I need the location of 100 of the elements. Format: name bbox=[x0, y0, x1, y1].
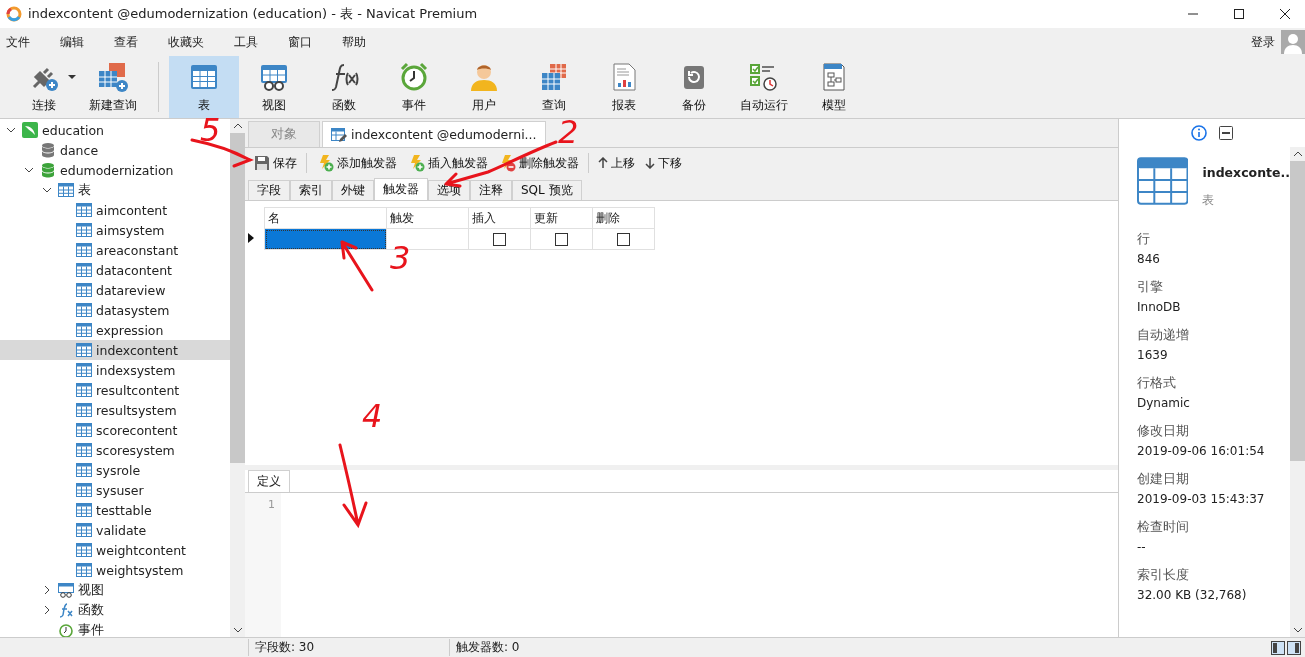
column-header[interactable]: 删除 bbox=[592, 207, 655, 229]
tree-item[interactable]: 视图 bbox=[0, 580, 108, 600]
table-icon bbox=[76, 502, 92, 518]
tree-item[interactable]: datareview bbox=[0, 280, 170, 300]
tree-item[interactable]: 表 bbox=[0, 180, 95, 200]
table-icon bbox=[76, 362, 92, 378]
layout-icon[interactable] bbox=[1271, 640, 1285, 655]
menu-item[interactable]: 工具 bbox=[228, 33, 270, 51]
tree-item[interactable]: resultcontent bbox=[0, 380, 184, 400]
toolbar-button[interactable]: 连接 bbox=[10, 56, 78, 118]
maximize-icon[interactable] bbox=[1233, 8, 1245, 20]
column-header[interactable]: 名 bbox=[264, 207, 387, 229]
toolbar-button[interactable]: 函数 bbox=[309, 56, 379, 118]
toolbar-action-button[interactable]: 添加触发器 bbox=[311, 152, 402, 174]
toolbar-action-button[interactable]: 插入触发器 bbox=[402, 152, 493, 174]
chevron-down-icon[interactable] bbox=[6, 127, 16, 133]
tree-item[interactable]: indexsystem bbox=[0, 360, 180, 380]
layout-icon[interactable] bbox=[1287, 640, 1301, 655]
tree-item[interactable]: sysrole bbox=[0, 460, 145, 480]
toolbar-button[interactable]: 模型 bbox=[799, 56, 869, 118]
alarm-clock-icon bbox=[398, 60, 430, 93]
tree-item[interactable]: sysuser bbox=[0, 480, 148, 500]
close-icon[interactable] bbox=[1279, 8, 1291, 20]
toolbar-action-button[interactable]: 下移 bbox=[640, 152, 687, 174]
scrollbar[interactable] bbox=[230, 119, 245, 637]
column-header[interactable]: 触发 bbox=[386, 207, 469, 229]
save-icon bbox=[254, 155, 270, 171]
toolbar-button[interactable]: 用户 bbox=[449, 56, 519, 118]
toolbar-button[interactable]: 自动运行 bbox=[729, 56, 799, 118]
checkbox[interactable] bbox=[493, 233, 506, 246]
tree-item[interactable]: validate bbox=[0, 520, 151, 540]
toolbar-button[interactable]: 备份 bbox=[659, 56, 729, 118]
menu-item[interactable]: 帮助 bbox=[336, 33, 378, 51]
tree-item[interactable]: 函数 bbox=[0, 600, 108, 620]
toolbar-button[interactable]: 查询 bbox=[519, 56, 589, 118]
tree-item[interactable]: education bbox=[0, 120, 109, 140]
tab[interactable]: 外键 bbox=[332, 180, 374, 200]
chevron-down-icon[interactable] bbox=[24, 167, 34, 173]
tree-item[interactable]: weightsystem bbox=[0, 560, 188, 580]
scrollbar[interactable] bbox=[1290, 147, 1305, 637]
table-icon bbox=[76, 242, 92, 258]
database-icon bbox=[40, 142, 56, 158]
tree-item[interactable]: datasystem bbox=[0, 300, 174, 320]
scroll-up-icon[interactable] bbox=[1292, 151, 1303, 157]
tab[interactable]: 触发器 bbox=[374, 178, 428, 200]
info-icon[interactable] bbox=[1191, 125, 1207, 141]
tree-item[interactable]: aimsystem bbox=[0, 220, 169, 240]
tree-item[interactable]: aimcontent bbox=[0, 200, 172, 220]
scroll-down-icon[interactable] bbox=[232, 627, 243, 633]
menu-item[interactable]: 编辑 bbox=[54, 33, 96, 51]
checkbox[interactable] bbox=[617, 233, 630, 246]
annotation-arrow bbox=[340, 240, 374, 292]
toolbar-button[interactable]: 视图 bbox=[239, 56, 309, 118]
row-pointer-icon bbox=[248, 233, 254, 243]
tab[interactable]: SQL 预览 bbox=[512, 180, 582, 200]
table-icon bbox=[76, 402, 92, 418]
column-header[interactable]: 插入 bbox=[468, 207, 531, 229]
toolbar-button[interactable]: 报表 bbox=[589, 56, 659, 118]
table-icon bbox=[76, 562, 92, 578]
column-header[interactable]: 更新 bbox=[530, 207, 593, 229]
toolbar-button[interactable]: 表 bbox=[169, 56, 239, 118]
object-type: 表 bbox=[1202, 192, 1216, 209]
table-edit-icon bbox=[331, 126, 347, 143]
app-logo-icon bbox=[6, 6, 22, 22]
tree-item[interactable]: resultsystem bbox=[0, 400, 181, 420]
property-label: 引擎 bbox=[1137, 279, 1164, 296]
tree-item[interactable]: scoresystem bbox=[0, 440, 179, 460]
scroll-up-icon[interactable] bbox=[232, 123, 243, 129]
tree-item[interactable]: testtable bbox=[0, 500, 156, 520]
toolbar-action-button[interactable]: 上移 bbox=[593, 152, 640, 174]
table-icon bbox=[76, 422, 92, 438]
tree-item[interactable]: edumodernization bbox=[0, 160, 178, 180]
menu-item[interactable]: 收藏夹 bbox=[162, 33, 216, 51]
checkbox[interactable] bbox=[555, 233, 568, 246]
menu-item[interactable]: 文件 bbox=[0, 33, 42, 51]
tab[interactable]: 字段 bbox=[248, 180, 290, 200]
menu-item[interactable]: 窗口 bbox=[282, 33, 324, 51]
document-tab[interactable]: indexcontent @edumoderni... bbox=[322, 121, 546, 147]
login-link[interactable]: 登录 bbox=[1251, 33, 1275, 51]
toolbar-action-button[interactable]: 保存 bbox=[249, 152, 302, 174]
tree-item[interactable]: areaconstant bbox=[0, 240, 183, 260]
status-text: 字段数: 30 bbox=[248, 639, 447, 656]
menu-item[interactable]: 查看 bbox=[108, 33, 150, 51]
object-name: indexconte.. bbox=[1202, 165, 1290, 180]
tree-item[interactable]: expression bbox=[0, 320, 168, 340]
toolbar-action-button[interactable]: 删除触发器 bbox=[493, 152, 584, 174]
dropdown-caret-icon[interactable] bbox=[68, 74, 76, 79]
toolbar-button[interactable]: 新建查询 bbox=[78, 56, 148, 118]
tab[interactable]: 定义 bbox=[248, 470, 290, 492]
tree-item[interactable]: dance bbox=[0, 140, 103, 160]
tab[interactable]: 注释 bbox=[470, 180, 512, 200]
tree-item[interactable]: datacontent bbox=[0, 260, 176, 280]
tree-item[interactable]: scorecontent bbox=[0, 420, 182, 440]
tree-item[interactable]: weightcontent bbox=[0, 540, 190, 560]
toolbar-button[interactable]: 事件 bbox=[379, 56, 449, 118]
tab[interactable]: 索引 bbox=[290, 180, 332, 200]
table-icon bbox=[76, 342, 92, 358]
chevron-down-icon[interactable] bbox=[42, 187, 52, 193]
tree-item[interactable]: 事件 bbox=[0, 620, 108, 637]
scroll-down-icon[interactable] bbox=[1292, 627, 1303, 633]
